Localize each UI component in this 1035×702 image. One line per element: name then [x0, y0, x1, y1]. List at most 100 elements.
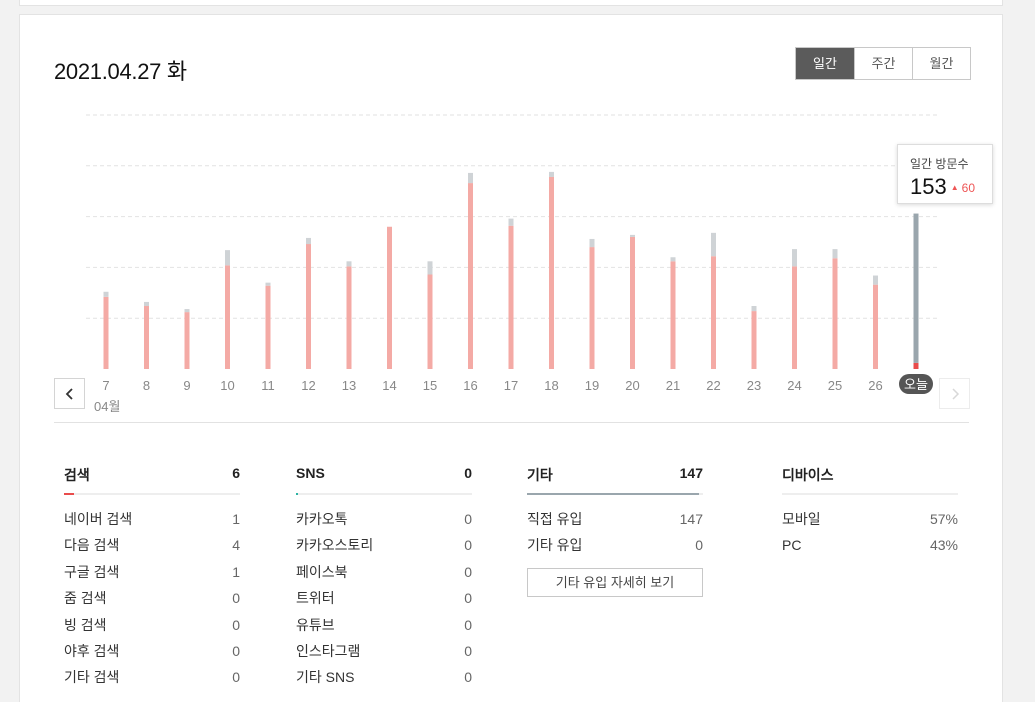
- prev-dates-button[interactable]: [54, 378, 85, 409]
- previous-card: [19, 0, 1003, 6]
- caret-up-icon: ▲: [950, 183, 959, 192]
- search-accent-bar: [64, 493, 74, 495]
- row-value: 0: [232, 616, 240, 633]
- row-label: 카카오스토리: [296, 537, 374, 554]
- bar-segment-primary: [751, 311, 757, 369]
- visits-bar-chart: 7 8 9 10 11 12 13 14 15 16 17 18 19 20 21 22 23 24 25 26 오늘: [86, 114, 938, 394]
- sns-header: SNS 0: [296, 465, 472, 495]
- list-item: 기타 유입 0: [527, 532, 703, 558]
- x-tick-label: 14: [382, 378, 396, 393]
- row-value: 0: [232, 590, 240, 607]
- x-tick-label: 10: [220, 378, 234, 393]
- row-value: 0: [464, 511, 472, 527]
- row-value: 0: [464, 616, 472, 633]
- bar-segment-secondary: [751, 306, 757, 312]
- x-tick-label: 12: [301, 378, 315, 393]
- next-dates-button[interactable]: [939, 378, 970, 409]
- etc-total: 147: [679, 465, 703, 481]
- row-value: 0: [464, 669, 472, 686]
- search-stats: 검색 6 네이버 검색 1 다음 검색 4 구글 검색 1 줌 검색 0 빙 검색 0 야…: [64, 465, 240, 691]
- x-tick-label: 21: [666, 378, 680, 393]
- tooltip-delta: ▲ 60: [951, 181, 975, 195]
- bar-segment-primary: [306, 244, 311, 369]
- x-tick-label: 오늘: [904, 377, 928, 392]
- etc-accent-bar: [527, 493, 699, 495]
- divider: [54, 422, 969, 423]
- bar-segment-secondary: [630, 234, 635, 237]
- row-value: 147: [679, 511, 703, 527]
- x-tick-label: 26: [868, 378, 882, 393]
- x-tick-label: 17: [504, 378, 518, 393]
- tooltip-delta-value: 60: [961, 181, 975, 195]
- bar-segment-primary: [670, 261, 676, 369]
- row-label: 야후 검색: [64, 642, 120, 659]
- device-stats: 디바이스 모바일 57% PC 43%: [782, 465, 958, 559]
- row-value: 4: [232, 537, 240, 554]
- chevron-left-icon: [65, 387, 73, 400]
- row-value: 57%: [929, 511, 958, 527]
- x-tick-label: 9: [183, 378, 190, 393]
- row-label: 빙 검색: [64, 616, 107, 633]
- bar-segment-secondary: [589, 238, 595, 248]
- row-value: 0: [232, 642, 240, 659]
- bar-segment-secondary: [346, 261, 352, 267]
- sns-stats: SNS 0 카카오톡 0 카카오스토리 0 페이스북 0 트위터 0 유튜브 0 인스타그…: [296, 465, 472, 691]
- bar-segment-primary: [589, 247, 595, 369]
- row-label: 구글 검색: [64, 563, 120, 580]
- bar-segment-primary: [265, 285, 271, 369]
- etc-detail-button[interactable]: 기타 유입 자세히 보기: [527, 567, 703, 597]
- row-value: 0: [464, 590, 472, 607]
- bar-segment-secondary: [184, 309, 190, 313]
- x-tick-label: 16: [463, 378, 477, 393]
- bar-segment-primary: [508, 225, 514, 369]
- etc-stats: 기타 147 직접 유입 147 기타 유입 0 기타 유입 자세히 보기: [527, 465, 703, 597]
- row-label: 트위터: [296, 590, 335, 607]
- bar-segment-primary: [225, 265, 230, 369]
- row-value: 1: [232, 563, 240, 580]
- list-item: 유튜브 0: [296, 612, 472, 638]
- bar-segment-primary: [832, 258, 838, 369]
- list-item: 트위터 0: [296, 585, 472, 611]
- list-item: 야후 검색 0: [64, 638, 240, 664]
- x-tick-label: 11: [261, 378, 275, 393]
- bar-segment-secondary: [103, 291, 109, 297]
- chevron-right-icon: [951, 387, 959, 400]
- x-tick-label: 22: [706, 378, 720, 393]
- row-value: 0: [464, 642, 472, 659]
- row-label: 다음 검색: [64, 537, 120, 554]
- bar-segment-primary: [468, 183, 473, 369]
- device-title: 디바이스: [782, 467, 834, 483]
- bar-segment-primary: [630, 236, 635, 369]
- row-label: 줌 검색: [64, 590, 107, 607]
- row-value: 43%: [929, 537, 958, 554]
- bar-segment-secondary: [549, 171, 554, 177]
- bar-segment-primary: [792, 266, 797, 369]
- list-item: 기타 SNS 0: [296, 664, 472, 690]
- list-item: 기타 검색 0: [64, 664, 240, 690]
- sns-total: 0: [464, 465, 472, 481]
- bar-segment-secondary: [508, 218, 514, 226]
- row-value: 0: [464, 537, 472, 554]
- bar-segment-primary: [873, 284, 878, 369]
- row-label: 인스타그램: [296, 642, 361, 659]
- list-item: 인스타그램 0: [296, 638, 472, 664]
- list-item: 카카오스토리 0: [296, 532, 472, 558]
- bar-segment-primary: [184, 312, 190, 369]
- bar-segment-secondary: [873, 275, 878, 285]
- bar-segment-primary: [549, 176, 554, 369]
- row-label: 네이버 검색: [64, 511, 133, 527]
- device-header: 디바이스: [782, 465, 958, 495]
- etc-header: 기타 147: [527, 465, 703, 495]
- list-item: 줌 검색 0: [64, 585, 240, 611]
- etc-title: 기타: [527, 467, 553, 483]
- x-tick-label: 23: [747, 378, 761, 393]
- search-header: 검색 6: [64, 465, 240, 495]
- sns-title: SNS: [296, 465, 325, 481]
- row-label: PC: [782, 537, 802, 554]
- row-label: 기타 검색: [64, 669, 120, 686]
- x-tick-label: 24: [787, 378, 801, 393]
- row-label: 모바일: [782, 511, 821, 527]
- bar-segment-secondary: [468, 172, 473, 184]
- list-item: PC 43%: [782, 532, 958, 558]
- bar-segment-primary: [427, 274, 433, 369]
